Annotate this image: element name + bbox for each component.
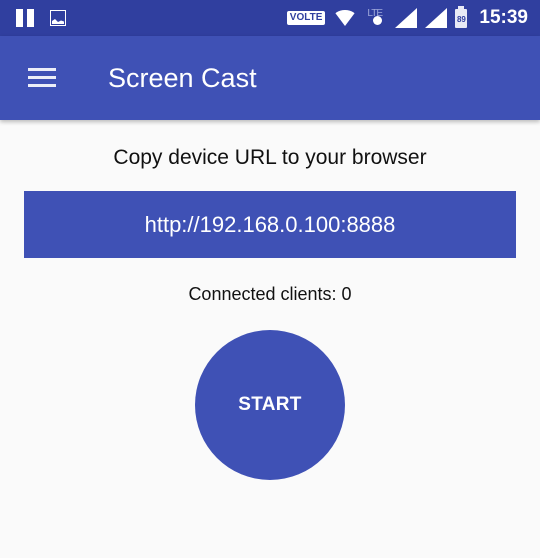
hamburger-menu-icon[interactable] — [28, 68, 56, 88]
pause-icon — [16, 9, 34, 27]
signal-icon-sim2 — [425, 8, 448, 28]
signal-icon-sim1 — [395, 8, 418, 28]
clock: 15:39 — [479, 7, 528, 28]
start-button[interactable]: START — [195, 330, 345, 480]
device-url-field[interactable]: http://192.168.0.100:8888 — [24, 191, 516, 258]
connected-clients-label: Connected clients: 0 — [188, 284, 352, 304]
instruction-text: Copy device URL to your browser — [113, 146, 427, 169]
image-icon — [50, 10, 66, 26]
battery-icon: 89 — [455, 5, 468, 28]
device-url-text[interactable]: http://192.168.0.100:8888 — [145, 212, 396, 238]
lte-icon: LTE — [365, 8, 387, 28]
app-bar: Screen Cast — [0, 36, 540, 120]
volte-icon: VOLTE — [286, 11, 326, 25]
page-title: Screen Cast — [108, 63, 257, 93]
status-bar: VOLTE LTE 89 15:39 — [0, 0, 540, 36]
start-button-label: START — [238, 394, 302, 415]
wifi-icon — [333, 10, 358, 26]
